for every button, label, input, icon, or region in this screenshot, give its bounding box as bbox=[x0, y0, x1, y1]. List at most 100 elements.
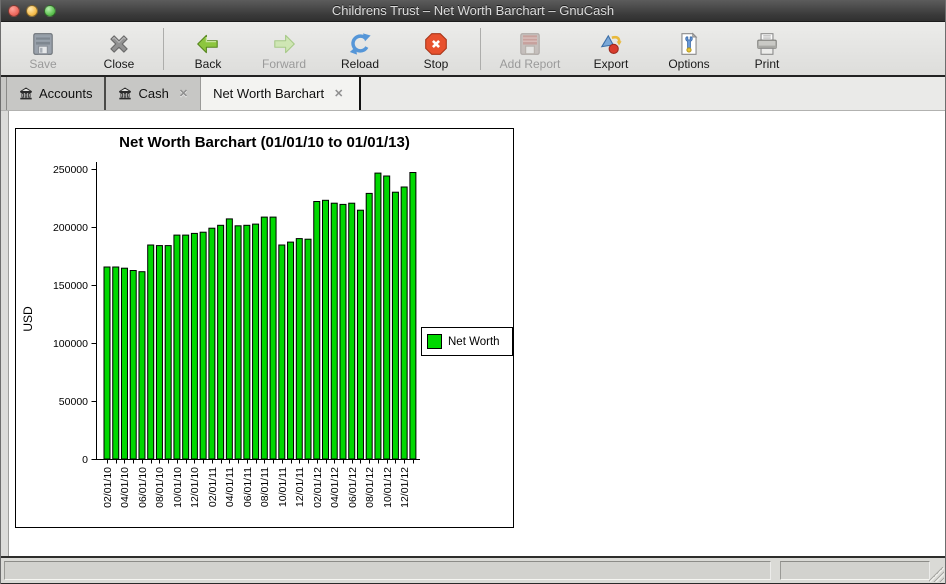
x-tick-label: 06/01/10 bbox=[137, 467, 149, 508]
resize-grip[interactable] bbox=[929, 567, 944, 582]
stop-icon bbox=[423, 31, 449, 57]
bar-03/01/10 bbox=[113, 267, 119, 459]
legend-label-net-worth: Net Worth bbox=[448, 336, 500, 348]
print-button[interactable]: Print bbox=[729, 25, 805, 73]
x-tick-label: 10/01/10 bbox=[172, 467, 184, 508]
add-report-label: Add Report bbox=[500, 58, 561, 71]
tab-bar: Accounts Cash ✕ Net Worth Barchart ✕ bbox=[1, 77, 945, 111]
bar-06/01/11 bbox=[244, 225, 250, 459]
close-icon bbox=[106, 31, 132, 57]
y-tick-label: 200000 bbox=[53, 222, 88, 234]
tab-bar-empty-area bbox=[361, 77, 945, 110]
minimize-window-button[interactable] bbox=[26, 5, 38, 17]
options-icon bbox=[676, 31, 702, 57]
bar-06/01/10 bbox=[139, 272, 145, 459]
y-tick-label: 50000 bbox=[59, 396, 88, 408]
x-tick-label: 04/01/10 bbox=[119, 467, 131, 508]
x-tick-label: 02/01/12 bbox=[312, 467, 324, 508]
x-tick-label: 10/01/11 bbox=[277, 467, 289, 507]
bar-09/01/11 bbox=[270, 217, 276, 459]
add-report-button[interactable]: Add Report bbox=[487, 25, 573, 73]
tab-net-worth-barchart-label: Net Worth Barchart bbox=[213, 86, 324, 101]
net-worth-chart-frame: 05000010000015000020000025000002/01/1004… bbox=[15, 128, 514, 528]
chart-legend: Net Worth bbox=[421, 327, 513, 356]
stop-label: Stop bbox=[424, 58, 449, 71]
bar-04/01/12 bbox=[331, 203, 337, 459]
toolbar-separator bbox=[480, 28, 481, 70]
back-button[interactable]: Back bbox=[170, 25, 246, 73]
gnucash-window: Childrens Trust – Net Worth Barchart – G… bbox=[0, 0, 946, 584]
x-tick-label: 02/01/11 bbox=[207, 467, 219, 507]
x-tick-label: 06/01/11 bbox=[242, 467, 254, 507]
status-message-area bbox=[4, 561, 771, 580]
bar-08/01/12 bbox=[366, 193, 372, 459]
y-tick-label: 250000 bbox=[53, 164, 88, 176]
reload-label: Reload bbox=[341, 58, 379, 71]
x-tick-label: 04/01/12 bbox=[329, 467, 341, 508]
bar-07/01/10 bbox=[148, 245, 154, 459]
toolbar-separator bbox=[163, 28, 164, 70]
print-icon bbox=[754, 31, 780, 57]
bar-09/01/12 bbox=[375, 173, 381, 459]
bar-05/01/10 bbox=[130, 271, 136, 460]
y-axis-title: USD bbox=[21, 306, 35, 332]
y-tick-label: 0 bbox=[82, 454, 88, 466]
x-tick-label: 12/01/12 bbox=[399, 467, 411, 508]
export-button[interactable]: Export bbox=[573, 25, 649, 73]
bar-10/01/10 bbox=[174, 235, 180, 459]
bar-10/01/11 bbox=[279, 245, 285, 459]
bar-04/01/11 bbox=[226, 219, 232, 459]
reload-icon bbox=[347, 31, 373, 57]
bar-08/01/11 bbox=[261, 217, 267, 459]
x-tick-label: 06/01/12 bbox=[347, 467, 359, 508]
bar-02/01/10 bbox=[104, 267, 110, 459]
zoom-window-button[interactable] bbox=[44, 5, 56, 17]
print-label: Print bbox=[755, 58, 780, 71]
bar-02/01/11 bbox=[209, 228, 215, 459]
stop-button[interactable]: Stop bbox=[398, 25, 474, 73]
x-tick-label: 10/01/12 bbox=[382, 467, 394, 508]
window-title: Childrens Trust – Net Worth Barchart – G… bbox=[332, 3, 614, 18]
bank-icon bbox=[118, 87, 132, 100]
forward-label: Forward bbox=[262, 58, 306, 71]
bar-05/01/11 bbox=[235, 226, 241, 459]
report-view: 05000010000015000020000025000002/01/1004… bbox=[1, 111, 945, 558]
options-label: Options bbox=[668, 58, 709, 71]
tab-net-worth-barchart-close-icon[interactable]: ✕ bbox=[334, 87, 343, 100]
x-tick-label: 08/01/12 bbox=[364, 467, 376, 508]
tab-accounts[interactable]: Accounts bbox=[6, 77, 106, 110]
left-gutter bbox=[1, 111, 9, 556]
bar-11/01/10 bbox=[183, 235, 189, 459]
bar-01/01/13 bbox=[410, 173, 416, 460]
x-tick-label: 08/01/10 bbox=[154, 467, 166, 508]
y-tick-label: 150000 bbox=[53, 280, 88, 292]
x-tick-label: 12/01/11 bbox=[294, 467, 306, 507]
bar-12/01/12 bbox=[401, 187, 407, 459]
chart-title: Net Worth Barchart (01/01/10 to 01/01/13… bbox=[16, 134, 513, 151]
close-button[interactable]: Close bbox=[81, 25, 157, 73]
tab-cash-close-icon[interactable]: ✕ bbox=[179, 87, 188, 100]
bar-04/01/10 bbox=[121, 268, 127, 459]
options-button[interactable]: Options bbox=[649, 25, 729, 73]
toolbar: Save Close Back Forward bbox=[1, 22, 945, 77]
export-label: Export bbox=[594, 58, 629, 71]
reload-button[interactable]: Reload bbox=[322, 25, 398, 73]
close-window-button[interactable] bbox=[8, 5, 20, 17]
bar-06/01/12 bbox=[349, 203, 355, 459]
bar-12/01/10 bbox=[191, 233, 197, 459]
bar-02/01/12 bbox=[314, 202, 320, 460]
save-icon bbox=[30, 31, 56, 57]
y-tick-label: 100000 bbox=[53, 338, 88, 350]
save-button[interactable]: Save bbox=[5, 25, 81, 73]
bar-03/01/11 bbox=[218, 225, 224, 459]
forward-button[interactable]: Forward bbox=[246, 25, 322, 73]
tab-cash-label: Cash bbox=[138, 86, 168, 101]
tab-net-worth-barchart[interactable]: Net Worth Barchart ✕ bbox=[200, 77, 361, 110]
bank-icon bbox=[19, 87, 33, 100]
window-controls bbox=[8, 5, 56, 17]
progress-bar-area bbox=[780, 561, 930, 580]
x-tick-label: 12/01/10 bbox=[189, 467, 201, 508]
save-label: Save bbox=[29, 58, 56, 71]
titlebar[interactable]: Childrens Trust – Net Worth Barchart – G… bbox=[1, 0, 945, 22]
tab-cash[interactable]: Cash ✕ bbox=[106, 77, 200, 110]
